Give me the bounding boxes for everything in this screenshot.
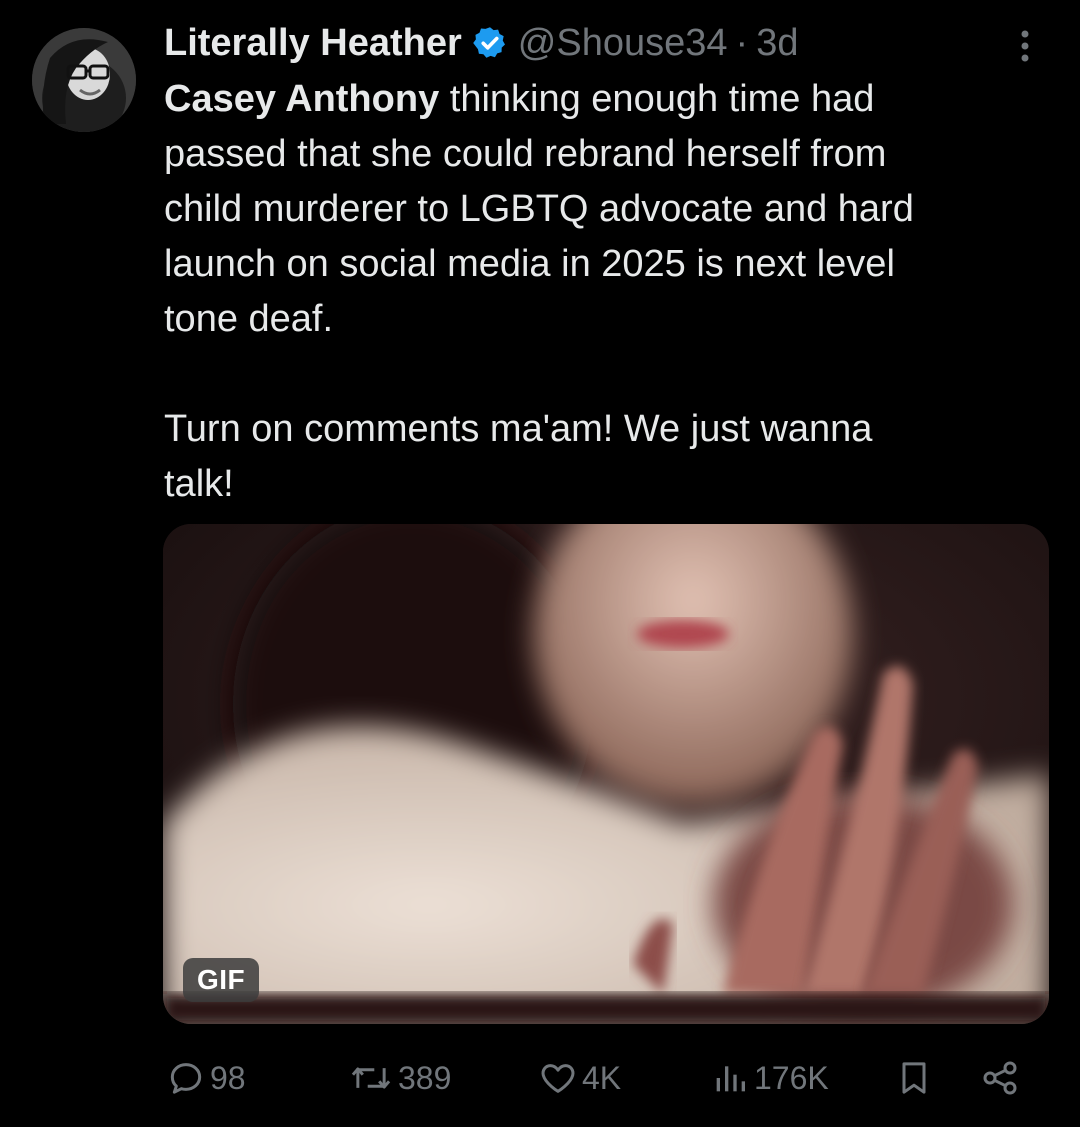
gif-media[interactable]: GIF: [163, 524, 1049, 1024]
share-icon: [983, 1061, 1017, 1095]
tweet-header: Literally Heather @Shouse34 · 3d: [164, 18, 798, 68]
author-handle[interactable]: @Shouse34: [518, 22, 728, 65]
like-count: 4K: [582, 1059, 622, 1096]
verified-badge-icon: [472, 25, 508, 61]
like-button[interactable]: 4K: [538, 1050, 621, 1106]
bookmark-icon: [902, 1062, 926, 1094]
reply-count: 98: [210, 1059, 246, 1096]
retweet-count: 389: [398, 1059, 452, 1096]
retweet-button[interactable]: 389: [348, 1050, 451, 1106]
tweet-text-bold: Casey Anthony: [164, 78, 440, 120]
author-name[interactable]: Literally Heather: [164, 22, 462, 65]
action-bar: 98 389 4K 176K: [0, 1050, 1080, 1106]
heart-icon: [541, 1064, 575, 1093]
post-time[interactable]: 3d: [756, 22, 798, 65]
more-options-icon[interactable]: [1010, 26, 1040, 66]
tweet-text: Casey Anthony thinking enough time had p…: [164, 72, 1044, 512]
retweet-icon: [351, 1067, 391, 1089]
tweet-text-body: thinking enough time had passed that she…: [164, 78, 914, 505]
gif-badge: GIF: [183, 958, 260, 1002]
reply-icon: [170, 1063, 202, 1094]
views-chart-icon: [716, 1066, 745, 1092]
views-button[interactable]: 176K: [710, 1050, 829, 1106]
bookmark-button[interactable]: [894, 1050, 938, 1106]
avatar[interactable]: [32, 28, 136, 132]
separator-dot: ·: [735, 21, 749, 64]
share-button[interactable]: [980, 1050, 1024, 1106]
reply-button[interactable]: 98: [166, 1050, 246, 1106]
views-count: 176K: [754, 1059, 829, 1096]
